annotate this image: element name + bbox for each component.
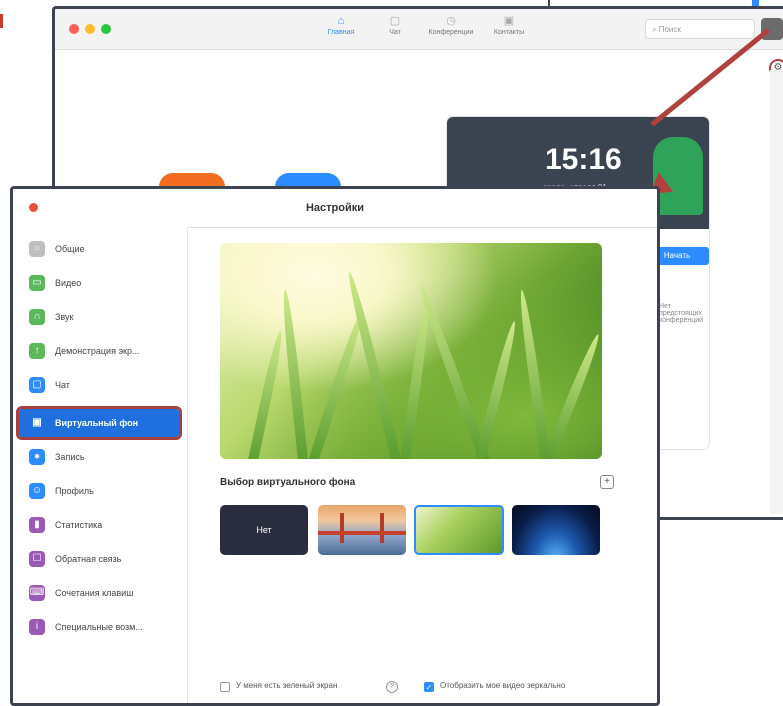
recording-icon: ● [29, 449, 45, 465]
sidebar-item-label: Сочетания клавиш [55, 588, 134, 598]
choose-background-title: Выбор виртуального фона [220, 477, 356, 488]
virtual-background-panel: Выбор виртуального фона + Нет У меня ест… [188, 227, 657, 703]
sidebar-item-statistics[interactable]: ▮ Статистика [19, 511, 179, 539]
chat-icon: ▢ [389, 15, 401, 27]
contacts-icon: ▣ [503, 15, 515, 27]
maximize-window-button[interactable] [101, 24, 111, 34]
settings-title: Настройки [305, 202, 365, 214]
add-background-button[interactable]: + [600, 475, 614, 489]
clock-icon: ◷ [446, 15, 456, 27]
video-icon: ▭ [29, 275, 45, 291]
background-option-none[interactable]: Нет [220, 505, 308, 555]
sidebar-item-label: Запись [55, 452, 85, 462]
tab-chat[interactable]: ▢ Чат [365, 15, 425, 36]
profile-icon: ☺ [29, 483, 45, 499]
sidebar-item-label: Обратная связь [55, 554, 122, 564]
background-option-earth[interactable] [512, 505, 600, 555]
none-label: Нет [256, 525, 272, 535]
sidebar-item-chat[interactable]: ▢ Чат [19, 371, 179, 399]
clock-time: 15:16 [545, 143, 622, 176]
sidebar-item-general[interactable]: ○ Общие [19, 235, 179, 263]
virtual-background-icon: ▣ [29, 415, 45, 431]
share-screen-icon: ↑ [29, 343, 45, 359]
help-icon[interactable]: ? [386, 681, 398, 693]
keyboard-icon: ⌨ [29, 585, 45, 601]
sidebar-item-label: Общие [55, 244, 85, 254]
headphones-icon: ∩ [29, 309, 45, 325]
green-screen-checkbox[interactable] [220, 682, 230, 692]
mirror-video-checkbox[interactable]: ✓ [424, 682, 434, 692]
edge-mark [0, 14, 3, 28]
background-option-grass[interactable] [414, 505, 504, 555]
background-panel-edge [770, 70, 783, 514]
sidebar-item-accessibility[interactable]: i Специальные возм... [19, 613, 179, 641]
tab-meetings-label: Конференции [428, 29, 474, 36]
settings-titlebar: Настройки [13, 189, 657, 228]
general-icon: ○ [29, 241, 45, 257]
sidebar-item-keyboard-shortcuts[interactable]: ⌨ Сочетания клавиш [19, 579, 179, 607]
tab-contacts-label: Контакты [493, 29, 525, 36]
sidebar-item-audio[interactable]: ∩ Звук [19, 303, 179, 331]
sidebar-item-profile[interactable]: ☺ Профиль [19, 477, 179, 505]
sidebar-item-recording[interactable]: ● Запись [19, 443, 179, 471]
mirror-video-label: Отобразить мое видео зеркально [440, 681, 566, 690]
sidebar-item-label: Чат [55, 380, 70, 390]
tab-home-label: Главная [327, 29, 355, 36]
search-icon: ⌕ [652, 25, 659, 34]
sidebar-item-label: Виртуальный фон [55, 418, 139, 428]
no-meetings-note: Нет предстоящих конференций [659, 303, 704, 324]
chat-icon: ▢ [29, 377, 45, 393]
sidebar-item-label: Специальные возм... [55, 622, 143, 632]
minimize-window-button[interactable] [85, 24, 95, 34]
tab-home[interactable]: ⌂ Главная [311, 15, 371, 36]
close-settings-button[interactable] [29, 203, 38, 212]
search-input[interactable]: ⌕ Поиск [645, 19, 755, 39]
search-placeholder: Поиск [658, 25, 681, 34]
green-screen-label: У меня есть зеленый экран [236, 681, 338, 690]
accessibility-icon: i [29, 619, 45, 635]
tab-chat-label: Чат [389, 29, 401, 36]
sidebar-item-share-screen[interactable]: ↑ Демонстрация экр... [19, 337, 179, 365]
feedback-icon: ☐ [29, 551, 45, 567]
background-preview [220, 243, 602, 459]
tab-meetings[interactable]: ◷ Конференции [421, 15, 481, 36]
settings-sidebar: ○ Общие ▭ Видео ∩ Звук ↑ Демонстрация эк… [13, 227, 188, 703]
home-icon: ⌂ [337, 15, 345, 27]
sidebar-item-label: Статистика [55, 520, 103, 530]
sidebar-item-label: Профиль [55, 486, 94, 496]
settings-window: Настройки ○ Общие ▭ Видео ∩ Звук ↑ Демон… [10, 186, 660, 706]
close-window-button[interactable] [69, 24, 79, 34]
sidebar-item-label: Звук [55, 312, 74, 322]
background-option-bridge[interactable] [318, 505, 406, 555]
main-titlebar: ⌂ Главная ▢ Чат ◷ Конференции ▣ Контакты… [55, 9, 783, 50]
tab-contacts[interactable]: ▣ Контакты [479, 15, 539, 36]
sidebar-item-feedback[interactable]: ☐ Обратная связь [19, 545, 179, 573]
sidebar-item-virtual-background[interactable]: ▣ Виртуальный фон [16, 406, 182, 440]
sidebar-item-label: Видео [55, 278, 82, 288]
sidebar-item-video[interactable]: ▭ Видео [19, 269, 179, 297]
sidebar-item-label: Демонстрация экр... [55, 346, 140, 356]
statistics-icon: ▮ [29, 517, 45, 533]
